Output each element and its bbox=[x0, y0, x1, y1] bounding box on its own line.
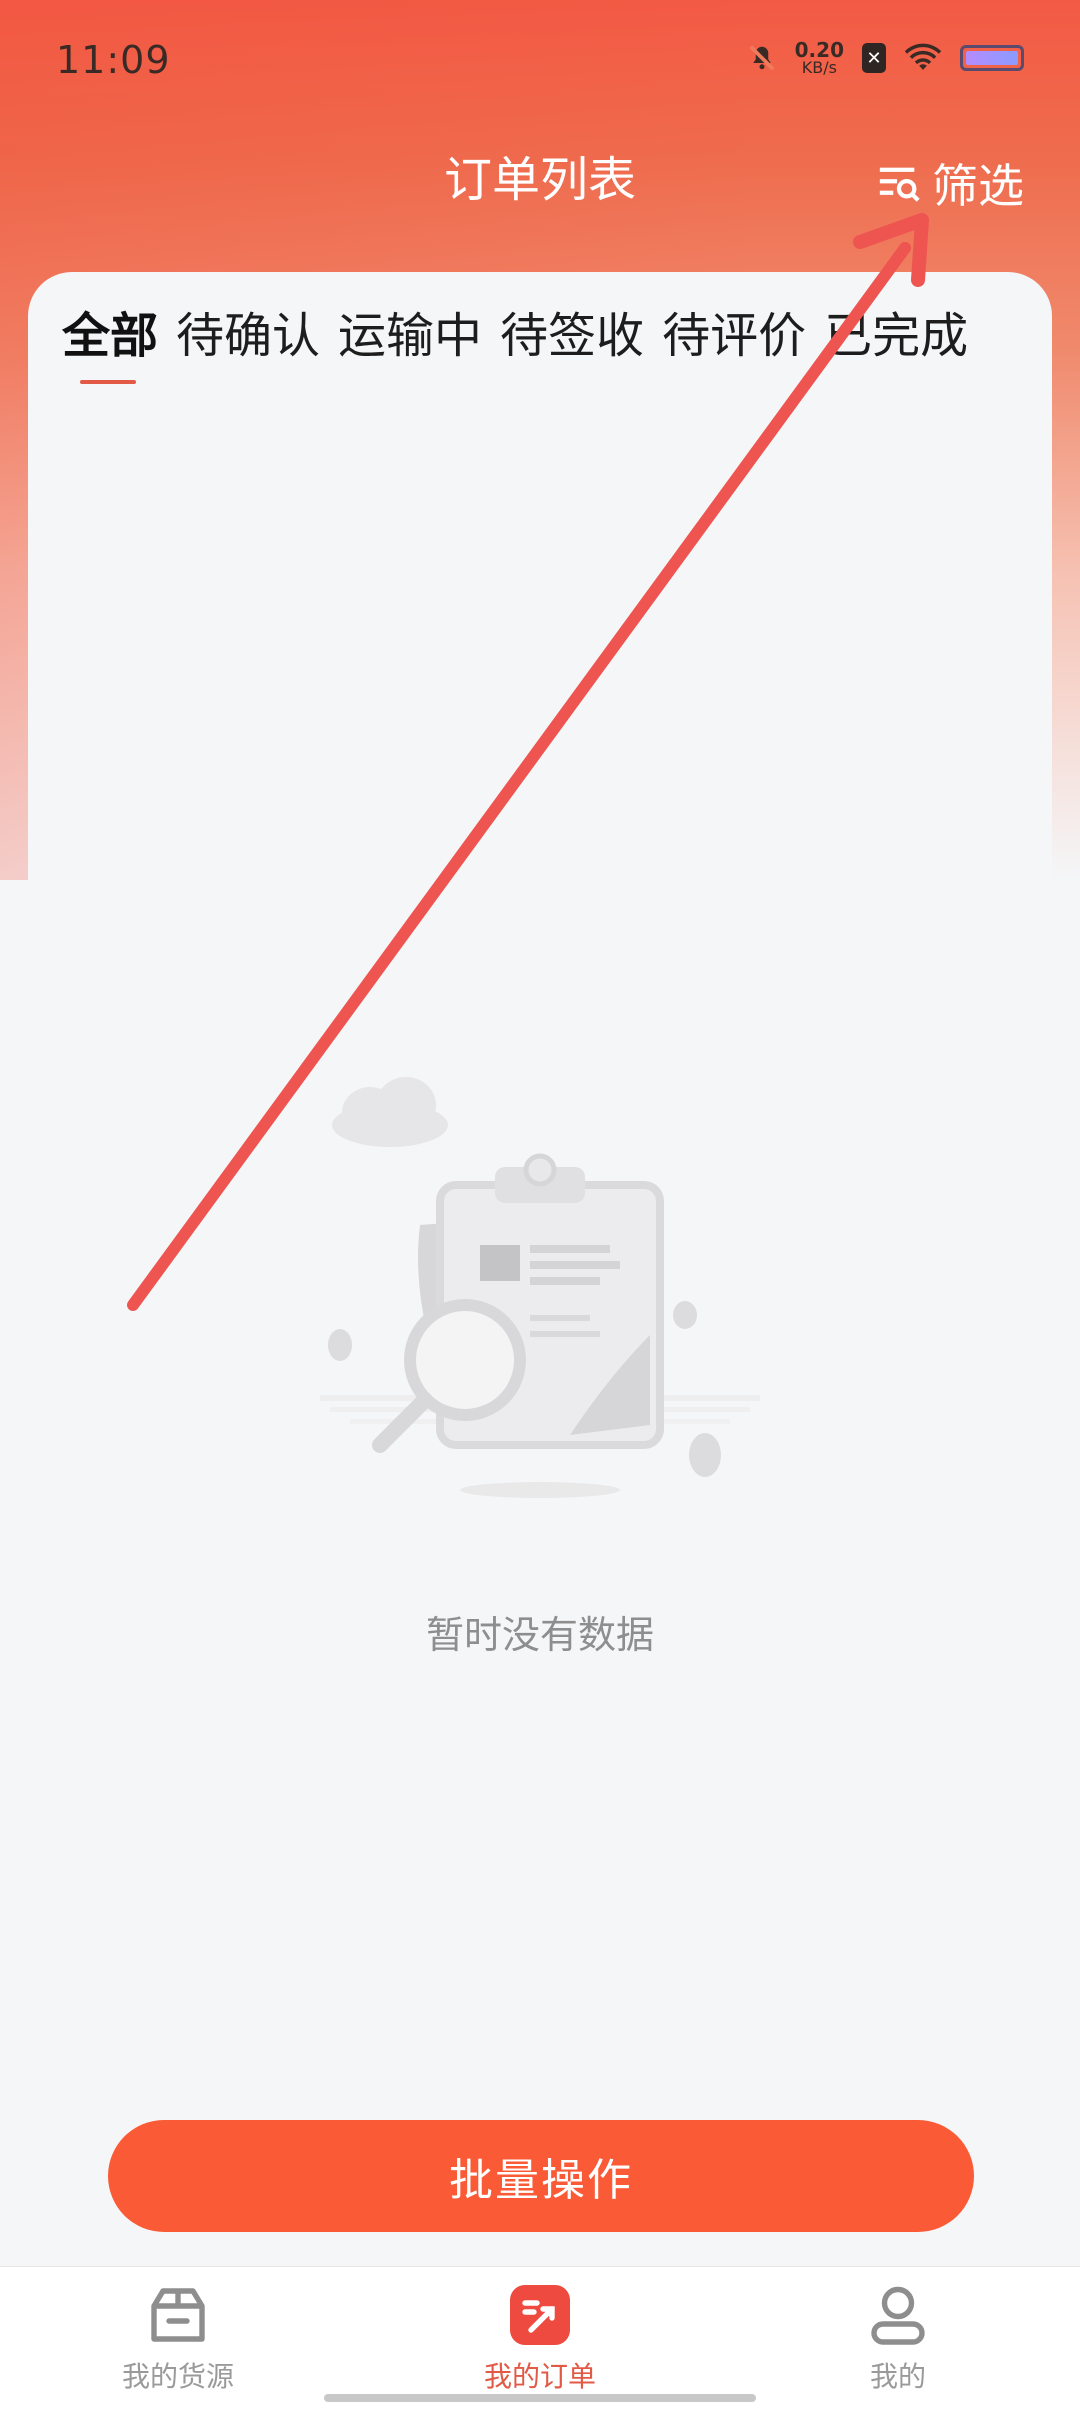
bottom-nav: 我的货源 我的订单 我的 bbox=[0, 2266, 1080, 2409]
status-time: 11:09 bbox=[56, 38, 171, 82]
box-icon bbox=[151, 2288, 205, 2342]
battery-icon bbox=[960, 45, 1024, 71]
sim-disabled-icon: ✕ bbox=[862, 43, 886, 73]
nav-label-my-orders: 我的订单 bbox=[483, 2360, 596, 2393]
nav-item-my-cargo[interactable]: 我的货源 bbox=[78, 2279, 278, 2395]
wifi-icon bbox=[904, 43, 942, 70]
empty-state-message: 暂时没有数据 bbox=[425, 1613, 654, 1657]
profile-icon bbox=[871, 2286, 925, 2345]
home-indicator[interactable] bbox=[324, 2394, 756, 2402]
nav-item-me[interactable]: 我的 bbox=[798, 2279, 998, 2395]
tab-in-transit[interactable]: 运输中 bbox=[338, 296, 482, 366]
order-icon bbox=[510, 2285, 570, 2345]
tab-completed[interactable]: 已完成 bbox=[824, 296, 968, 366]
active-tab-indicator bbox=[80, 380, 136, 384]
mute-bell-icon bbox=[749, 45, 775, 71]
net-speed-unit: KB/s bbox=[801, 58, 837, 77]
order-status-tabs: 全部 待确认 运输中 待签收 待评价 已完成 bbox=[62, 296, 986, 366]
empty-clipboard-illustration bbox=[320, 1077, 760, 1498]
batch-operation-button[interactable]: 批量操作 bbox=[108, 2120, 974, 2232]
status-icons: 0.20 KB/s ✕ bbox=[747, 40, 1024, 76]
status-bar: 11:09 0.20 KB/s ✕ bbox=[0, 0, 1080, 120]
tab-pending-review[interactable]: 待评价 bbox=[662, 296, 806, 366]
tab-pending-confirm[interactable]: 待确认 bbox=[176, 296, 320, 366]
net-speed: 0.20 KB/s bbox=[795, 40, 844, 76]
filter-button[interactable]: 筛选 bbox=[876, 150, 1024, 216]
filter-label: 筛选 bbox=[932, 159, 1024, 213]
nav-label-me: 我的 bbox=[869, 2360, 926, 2393]
tab-all[interactable]: 全部 bbox=[62, 296, 158, 366]
nav-label-my-cargo: 我的货源 bbox=[121, 2360, 234, 2393]
tab-pending-receipt[interactable]: 待签收 bbox=[500, 296, 644, 366]
net-speed-value: 0.20 bbox=[794, 38, 844, 62]
filter-search-icon bbox=[879, 167, 920, 202]
nav-item-my-orders[interactable]: 我的订单 bbox=[440, 2279, 640, 2395]
